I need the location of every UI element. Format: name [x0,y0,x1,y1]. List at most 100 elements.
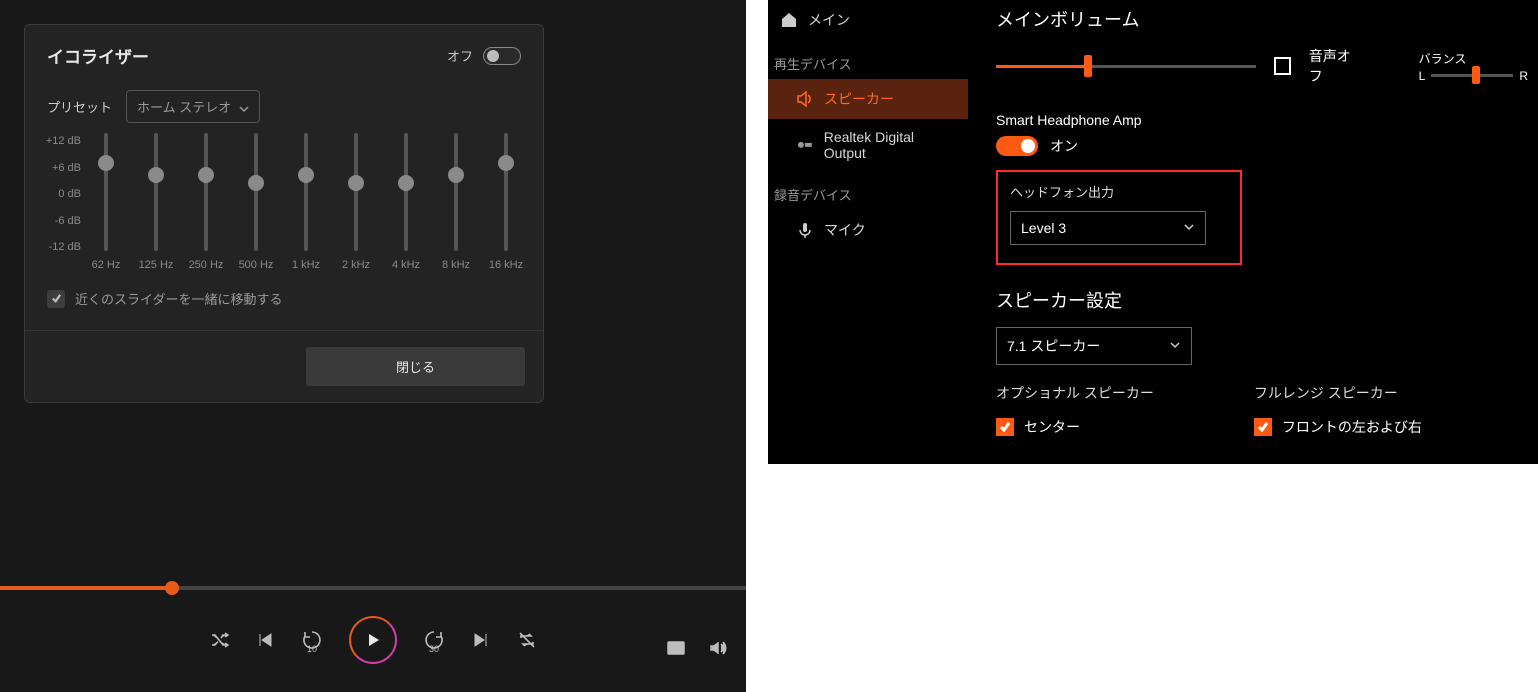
sidebar-item-speaker[interactable]: スピーカー [768,79,968,119]
eq-slider[interactable] [504,133,508,251]
eq-thumb[interactable] [298,167,314,183]
progress-bar[interactable] [0,586,746,590]
eq-thumb[interactable] [198,167,214,183]
main-volume-heading: メインボリューム [996,6,1528,32]
move-neighbors-checkbox[interactable] [47,290,65,308]
mute-checkbox[interactable] [1274,57,1291,75]
close-button[interactable]: 閉じる [306,347,525,386]
headphone-level-select[interactable]: Level 3 [1010,211,1206,245]
optional-speakers-column: オプショナル スピーカー センター [996,383,1154,449]
eq-band: 250 Hz [183,133,229,271]
sidebar-item-mic[interactable]: マイク [768,210,968,250]
eq-band: 2 kHz [333,133,379,271]
eq-band: 4 kHz [383,133,429,271]
mute-label: 音声オフ [1309,46,1361,86]
eq-thumb[interactable] [248,175,264,191]
equalizer-card: イコライザー オフ プリセット ホーム ステレオ +12 dB +6 dB 0 dB… [24,24,544,403]
db-tick: -6 dB [55,215,81,227]
realtek-sidebar: メイン 再生デバイス スピーカー Realtek Digital Output … [768,0,968,464]
speaker-settings-heading: スピーカー設定 [996,287,1528,313]
headphone-amp-toggle[interactable] [996,136,1038,156]
eq-slider[interactable] [104,133,108,251]
speaker-icon [796,90,814,108]
eq-slider[interactable] [154,133,158,251]
equalizer-toggle-group: オフ [447,46,521,65]
preset-label: プリセット [47,97,112,116]
eq-thumb[interactable] [498,155,514,171]
eq-thumb[interactable] [148,167,164,183]
chevron-down-icon [1169,338,1181,354]
eq-band: 8 kHz [433,133,479,271]
band-freq-label: 62 Hz [92,259,121,271]
move-neighbors-label: 近くのスライダーを一緒に移動する [75,289,282,308]
eq-thumb[interactable] [98,155,114,171]
chevron-down-icon [239,102,249,112]
equalizer-toggle[interactable] [483,47,521,65]
eq-band: 1 kHz [283,133,329,271]
eq-slider[interactable] [454,133,458,251]
volume-slider[interactable] [996,65,1256,68]
player-controls: 10 30 [0,616,746,664]
eq-band: 62 Hz [83,133,129,271]
realtek-main: メインボリューム 音声オフ バランス L R Smart Headphone A… [996,0,1528,449]
next-icon[interactable] [471,630,491,650]
front-lr-checkbox[interactable] [1254,418,1272,436]
band-freq-label: 8 kHz [442,259,470,271]
shuffle-icon[interactable] [209,630,229,650]
home-icon [780,11,798,29]
fullrange-speakers-column: フルレンジ スピーカー フロントの左および右 [1254,383,1422,449]
volume-thumb[interactable] [1084,55,1092,77]
band-freq-label: 250 Hz [189,259,224,271]
chevron-down-icon [1183,220,1195,236]
sidebar-item-digital[interactable]: Realtek Digital Output [768,119,968,171]
realtek-audio-panel: メイン 再生デバイス スピーカー Realtek Digital Output … [768,0,1538,464]
headphone-amp-label: Smart Headphone Amp [996,112,1528,128]
mic-icon [796,221,814,239]
headphone-output-label: ヘッドフォン出力 [1010,182,1228,201]
eq-band: 500 Hz [233,133,279,271]
on-label: オン [1050,136,1078,156]
equalizer-grid: +12 dB +6 dB 0 dB -6 dB -12 dB 62 Hz 125 Hz 25… [25,127,543,271]
eq-slider[interactable] [304,133,308,251]
eq-band: 16 kHz [483,133,529,271]
band-freq-label: 16 kHz [489,259,523,271]
sidebar-category-playback: 再生デバイス [768,40,968,79]
preset-value: ホーム ステレオ [137,97,231,116]
db-tick: -12 dB [49,241,81,253]
band-freq-label: 4 kHz [392,259,420,271]
eq-thumb[interactable] [398,175,414,191]
skip-forward-button[interactable]: 30 [423,629,445,651]
digital-output-icon [796,136,814,154]
sidebar-item-main[interactable]: メイン [768,0,968,40]
eq-thumb[interactable] [448,167,464,183]
db-tick: 0 dB [58,188,81,200]
volume-icon[interactable] [708,638,728,658]
balance-thumb[interactable] [1472,66,1480,84]
balance-slider[interactable] [1431,74,1513,77]
preset-select[interactable]: ホーム ステレオ [126,90,260,123]
miniplayer-icon[interactable] [666,638,686,658]
db-tick: +6 dB [52,162,81,174]
equalizer-title: イコライザー [47,43,149,68]
eq-slider[interactable] [354,133,358,251]
db-scale: +12 dB +6 dB 0 dB -6 dB -12 dB [29,133,81,253]
media-player-panel: イコライザー オフ プリセット ホーム ステレオ +12 dB +6 dB 0 dB… [0,0,746,692]
band-freq-label: 125 Hz [139,259,174,271]
eq-slider[interactable] [404,133,408,251]
progress-thumb[interactable] [165,581,179,595]
speaker-config-select[interactable]: 7.1 スピーカー [996,327,1192,365]
repeat-off-icon[interactable] [517,630,537,650]
skip-back-button[interactable]: 10 [301,629,323,651]
eq-slider[interactable] [204,133,208,251]
band-freq-label: 1 kHz [292,259,320,271]
band-freq-label: 2 kHz [342,259,370,271]
db-tick: +12 dB [46,135,81,147]
play-button[interactable] [349,616,397,664]
previous-icon[interactable] [255,630,275,650]
eq-thumb[interactable] [348,175,364,191]
headphone-output-section: ヘッドフォン出力 Level 3 [996,170,1242,265]
center-checkbox[interactable] [996,418,1014,436]
eq-bands: 62 Hz 125 Hz 250 Hz 500 Hz 1 kHz 2 kHz 4 kHz 8 … [81,133,531,271]
off-label: オフ [447,46,473,65]
eq-slider[interactable] [254,133,258,251]
